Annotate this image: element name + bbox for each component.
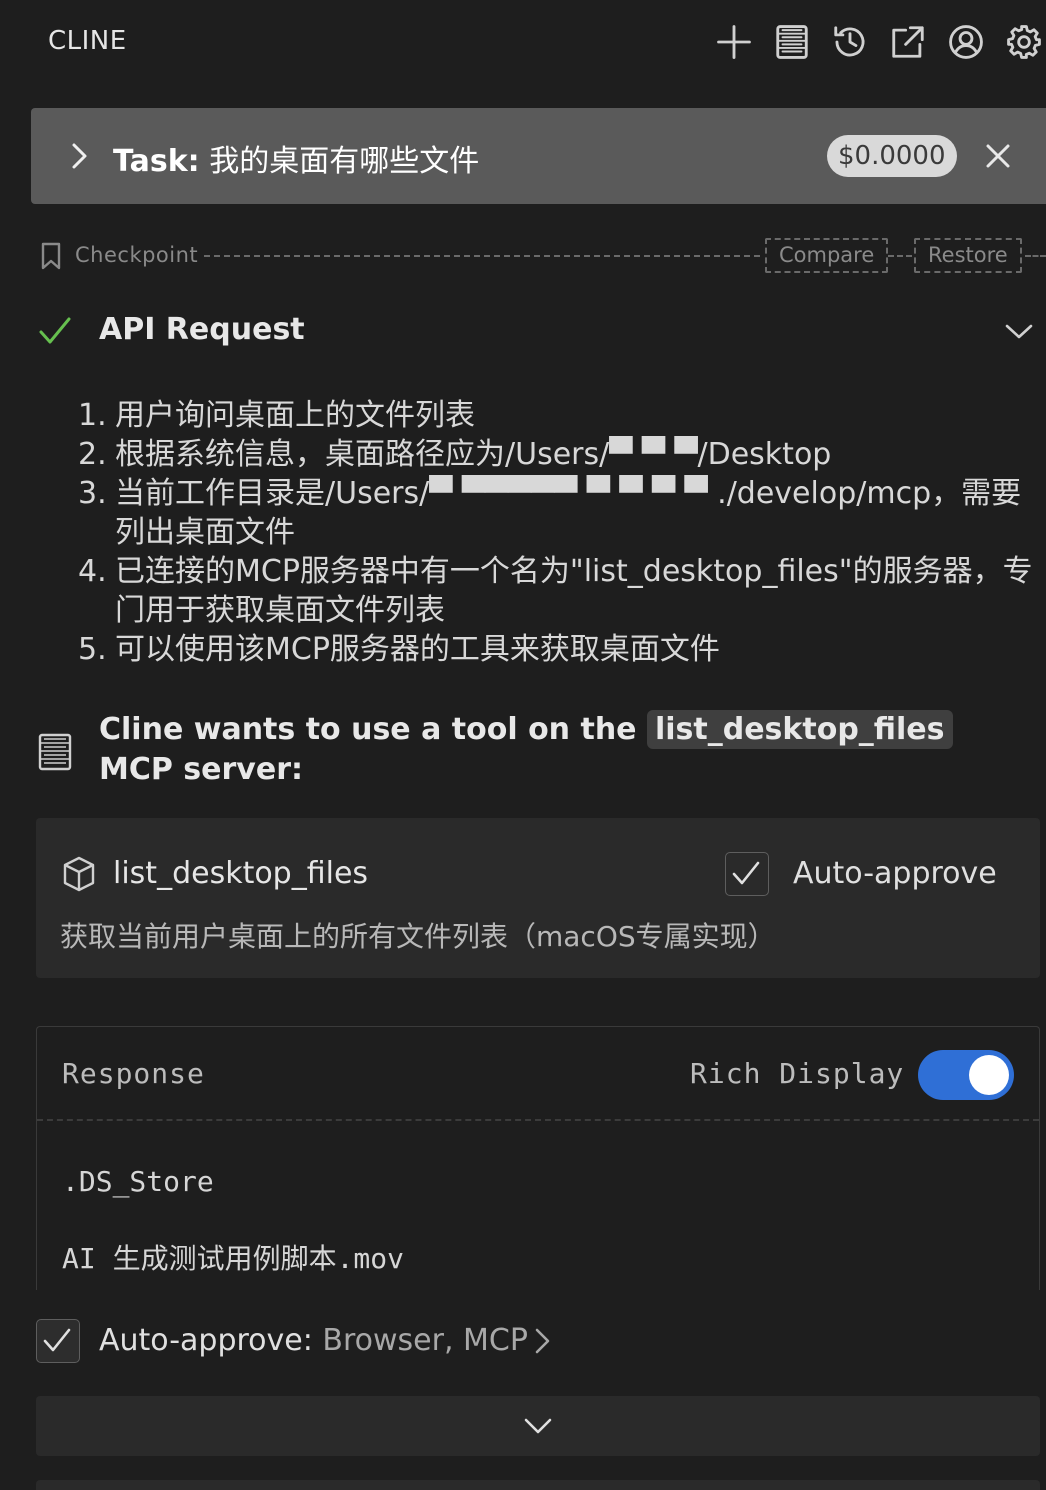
auto-approve-checkbox[interactable] [36, 1319, 80, 1363]
checkmark-icon [732, 861, 760, 885]
header-toolbar [712, 20, 1046, 64]
response-line: AI 生成测试用例脚本.mov [62, 1242, 405, 1275]
plus-icon [717, 25, 751, 59]
expand-task-button[interactable] [69, 140, 91, 172]
new-task-button[interactable] [712, 20, 756, 64]
tool-card: list_desktop_files Auto-approve 获取当前用户桌面… [36, 818, 1040, 978]
bookmark-icon [40, 242, 62, 274]
mcp-servers-button[interactable] [770, 20, 814, 64]
open-external-icon [892, 26, 924, 58]
list-item: 2. 根据系统信息，桌面路径应为/Users/▀ ▀ ▀/Desktop [78, 437, 832, 472]
api-request-title: API Request [99, 312, 305, 347]
account-button[interactable] [944, 20, 988, 64]
tool-name: list_desktop_files [113, 856, 369, 891]
chevron-right-icon [72, 143, 87, 169]
settings-button[interactable] [1002, 20, 1046, 64]
api-request-row[interactable]: API Request [38, 310, 1046, 354]
account-icon [949, 25, 983, 59]
compare-button[interactable]: Compare [765, 238, 889, 273]
tool-use-header: Cline wants to use a tool on the list_de… [38, 710, 1046, 794]
checkpoint-divider [1025, 255, 1046, 257]
mcp-servers-icon [776, 25, 808, 59]
response-header: Response Rich Display [37, 1027, 1039, 1121]
list-item: 5. 可以使用该MCP服务器的工具来获取桌面文件 [78, 632, 720, 667]
task-title: Task: 我的桌面有哪些文件 [113, 136, 479, 180]
close-task-button[interactable] [983, 138, 1013, 174]
response-panel: Response Rich Display .DS_Store AI 生成测试用… [36, 1026, 1040, 1290]
list-item: 3. 当前工作目录是/Users/▀ ▀▀▀▀▀ ▀ ▀ ▀ ▀ ./develo… [78, 476, 1022, 550]
auto-approve-bar[interactable]: Auto-approve: Browser, MCP [36, 1318, 1046, 1364]
chat-input-area[interactable] [36, 1480, 1040, 1490]
checkpoint-divider [204, 255, 760, 257]
header: CLINE [0, 0, 1046, 86]
checkpoint-divider [888, 255, 912, 257]
list-item: 4. 已连接的MCP服务器中有一个名为"list_desktop_files"的服… [78, 554, 1033, 628]
task-header[interactable]: Task: 我的桌面有哪些文件 $0.0000 [31, 108, 1046, 204]
auto-approve-label: Auto-approve [793, 856, 997, 891]
close-icon [986, 144, 1010, 168]
checkmark-icon [43, 1328, 71, 1352]
rich-display-toggle[interactable] [918, 1050, 1014, 1100]
history-icon [834, 26, 865, 57]
server-name-pill: list_desktop_files [646, 710, 953, 749]
scroll-down-button[interactable] [36, 1396, 1040, 1456]
response-title: Response [62, 1057, 205, 1090]
app-title: CLINE [48, 26, 127, 56]
response-line: .DS_Store [62, 1165, 214, 1198]
checkpoint-label: Checkpoint [75, 243, 199, 267]
auto-approve-checkbox[interactable] [725, 852, 769, 896]
restore-button[interactable]: Restore [914, 238, 1022, 273]
reasoning-list: 1. 用户询问桌面上的文件列表 2. 根据系统信息，桌面路径应为/Users/▀ ▀… [78, 396, 1046, 669]
list-item: 1. 用户询问桌面上的文件列表 [78, 398, 475, 433]
rich-display-label: Rich Display [690, 1057, 905, 1090]
task-text: 我的桌面有哪些文件 [199, 144, 480, 179]
toggle-knob [969, 1055, 1009, 1095]
task-prefix: Task: [113, 144, 200, 179]
popout-button[interactable] [886, 20, 930, 64]
history-button[interactable] [828, 20, 872, 64]
auto-approve-summary: Auto-approve: Browser, MCP [99, 1323, 528, 1358]
checkpoint-row: Checkpoint Compare Restore [38, 236, 1046, 276]
settings-icon [1007, 25, 1041, 59]
chevron-down-icon [524, 1418, 552, 1434]
tool-use-text: Cline wants to use a tool on the list_de… [99, 710, 1029, 790]
tool-description: 获取当前用户桌面上的所有文件列表（macOS专属实现） [60, 920, 776, 953]
cost-badge: $0.0000 [827, 135, 957, 177]
